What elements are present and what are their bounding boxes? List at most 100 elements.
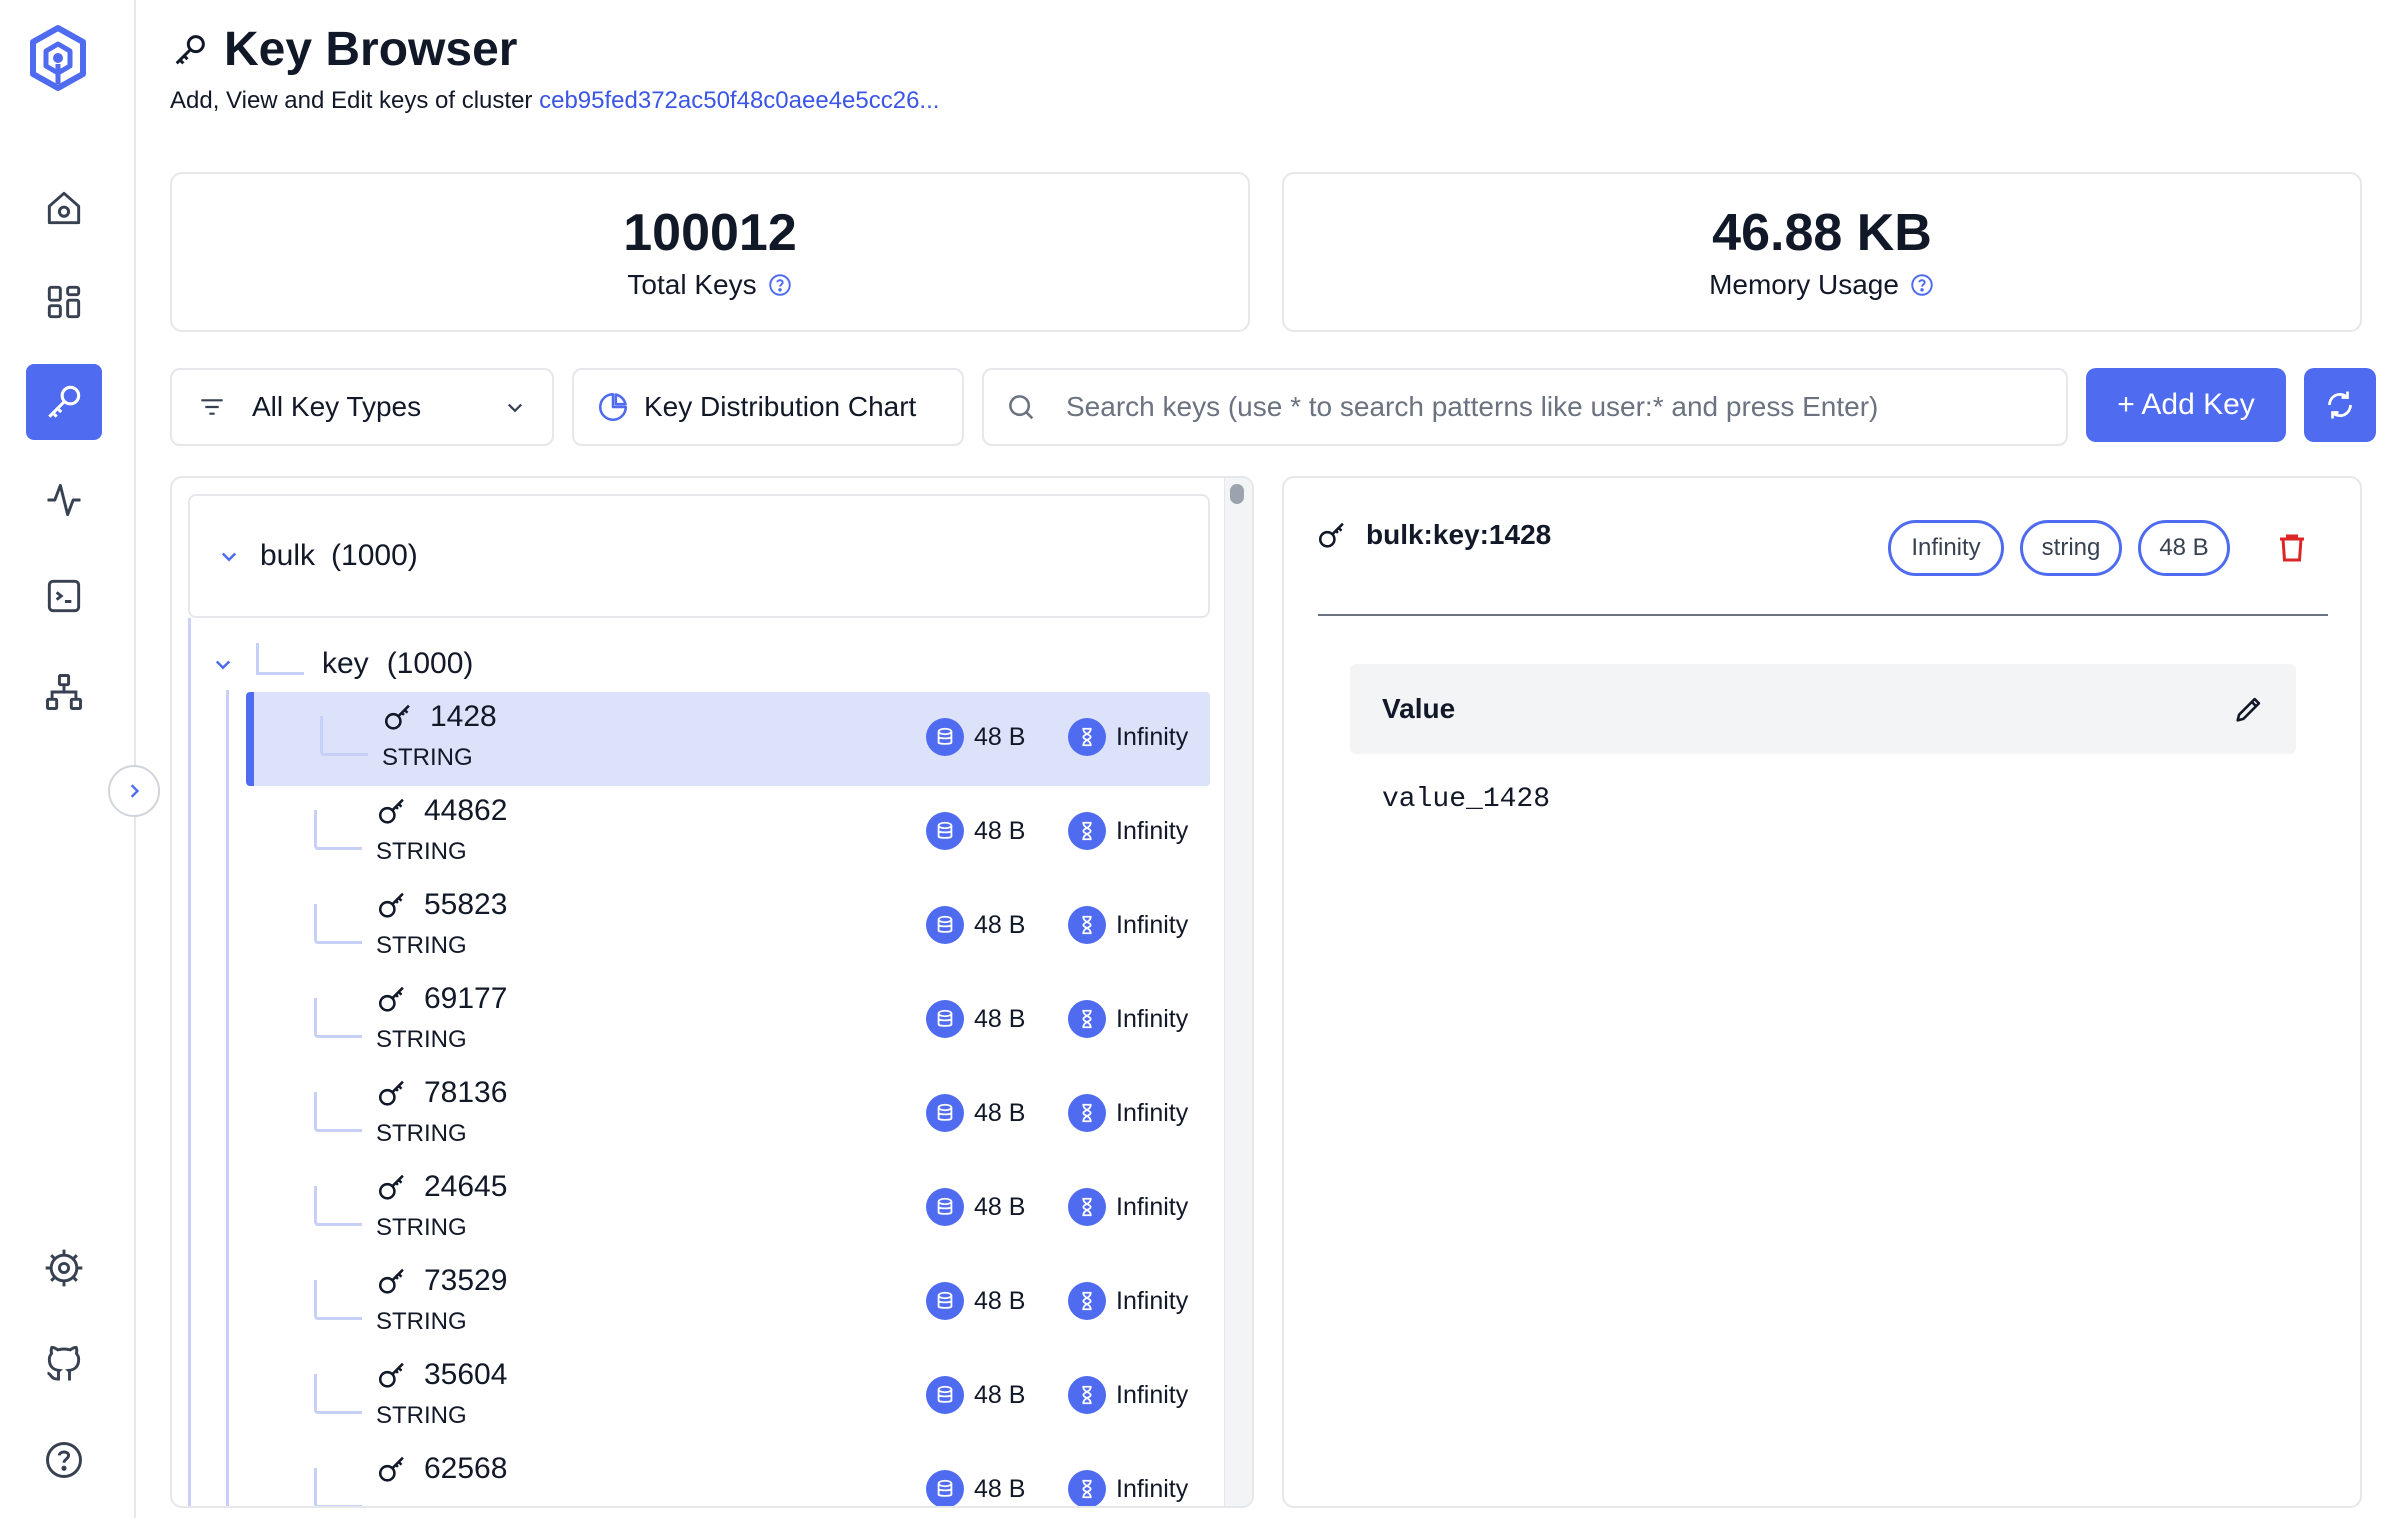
search-input[interactable]: Search keys (use * to search patterns li… xyxy=(982,368,2068,446)
nav-cluster[interactable] xyxy=(26,654,102,730)
sidebar-expand-button[interactable] xyxy=(108,765,160,817)
key-size: 48 B xyxy=(926,812,1025,850)
key-ttl: Infinity xyxy=(1068,906,1188,944)
key-name: 24645 xyxy=(424,1170,508,1203)
key-row[interactable]: 1428 STRING 48 B Infinity xyxy=(246,692,1210,786)
help-icon[interactable] xyxy=(767,272,793,298)
total-keys-card: 100012 Total Keys xyxy=(170,172,1250,332)
memory-usage-label: Memory Usage xyxy=(1709,269,1899,300)
key-ttl-value: Infinity xyxy=(1116,1098,1189,1127)
hourglass-icon xyxy=(1082,1385,1092,1405)
key-size-value: 48 B xyxy=(974,1286,1026,1315)
nav-home[interactable] xyxy=(26,170,102,246)
tree-connector xyxy=(314,1468,362,1506)
type-badge: string xyxy=(2020,520,2122,576)
tree-connector xyxy=(314,904,362,944)
hourglass-icon xyxy=(1082,1197,1092,1217)
logo-icon[interactable] xyxy=(28,24,88,94)
nav-github[interactable] xyxy=(26,1326,102,1402)
nav-help[interactable] xyxy=(26,1422,102,1498)
nav-key-browser[interactable] xyxy=(26,364,102,440)
tree-connector xyxy=(314,998,362,1038)
key-name: 1428 xyxy=(430,700,497,733)
scrollbar-thumb[interactable] xyxy=(1230,484,1244,504)
database-icon xyxy=(937,1385,953,1403)
help-icon[interactable] xyxy=(1909,272,1935,298)
key-row[interactable]: 62568 48 B Infinity xyxy=(246,1444,1210,1506)
key-row[interactable]: 73529 STRING 48 B Infinity xyxy=(246,1256,1210,1350)
key-name: 78136 xyxy=(424,1076,508,1109)
key-ttl-value: Infinity xyxy=(1116,1286,1189,1315)
cluster-topology-icon xyxy=(46,674,82,710)
key-icon xyxy=(1318,522,1344,548)
key-ttl-value: Infinity xyxy=(1116,722,1189,751)
key-value: value_1428 xyxy=(1382,784,1551,815)
key-size-value: 48 B xyxy=(974,910,1026,939)
key-ttl-value: Infinity xyxy=(1116,1474,1189,1503)
nav-dashboard[interactable] xyxy=(26,264,102,340)
subgroup-name: key xyxy=(322,647,369,680)
tree-connector xyxy=(314,1092,362,1132)
key-ttl: Infinity xyxy=(1068,1000,1188,1038)
key-size: 48 B xyxy=(926,906,1025,944)
key-name: 55823 xyxy=(424,888,508,921)
chevron-down-icon xyxy=(215,660,231,670)
value-section-header: Value xyxy=(1350,664,2296,754)
chevron-down-icon xyxy=(507,403,523,413)
key-size: 48 B xyxy=(926,1188,1025,1226)
delete-key-icon[interactable] xyxy=(2274,530,2310,566)
tree-scrollbar[interactable] xyxy=(1224,478,1252,1506)
filter-icon xyxy=(201,399,223,415)
key-icon xyxy=(378,1456,404,1482)
refresh-button[interactable] xyxy=(2304,368,2376,442)
key-icon xyxy=(378,1080,404,1106)
cluster-id-link[interactable]: ceb95fed372ac50f48c0aee4e5cc26... xyxy=(539,87,939,114)
nav-settings[interactable] xyxy=(26,1230,102,1306)
database-icon xyxy=(937,1103,953,1121)
key-row[interactable]: 44862 STRING 48 B Infinity xyxy=(246,786,1210,880)
refresh-icon xyxy=(2328,391,2352,419)
ttl-badge[interactable]: Infinity xyxy=(1888,520,2004,576)
page-header: Key Browser Add, View and Edit keys of c… xyxy=(170,22,939,115)
nav-monitoring[interactable] xyxy=(26,462,102,538)
key-name: 44862 xyxy=(424,794,508,827)
key-size: 48 B xyxy=(926,1094,1025,1132)
page-title: Key Browser xyxy=(224,23,518,76)
detail-divider xyxy=(1318,614,2328,616)
key-size: 48 B xyxy=(926,1282,1025,1320)
key-size-value: 48 B xyxy=(974,1192,1026,1221)
key-icon xyxy=(384,704,410,730)
key-distribution-chart-label: Key Distribution Chart xyxy=(644,391,917,422)
key-icon xyxy=(378,1362,404,1388)
key-ttl-value: Infinity xyxy=(1116,816,1189,845)
tree-group-bulk[interactable]: bulk (1000) xyxy=(188,494,1210,618)
group-count: (1000) xyxy=(331,539,418,572)
help-icon xyxy=(46,1442,82,1478)
chevron-right-icon xyxy=(130,784,140,798)
key-icon xyxy=(378,986,404,1012)
nav-terminal[interactable] xyxy=(26,558,102,634)
add-key-button[interactable]: + Add Key xyxy=(2086,368,2286,442)
key-size-value: 48 B xyxy=(974,1380,1026,1409)
key-ttl: Infinity xyxy=(1068,1094,1188,1132)
key-row[interactable]: 24645 STRING 48 B Infinity xyxy=(246,1162,1210,1256)
key-row[interactable]: 35604 STRING 48 B Infinity xyxy=(246,1350,1210,1444)
key-name-group: 55823 xyxy=(376,888,507,922)
key-size: 48 B xyxy=(926,1376,1025,1414)
group-name: bulk xyxy=(260,539,316,572)
tree-connector xyxy=(314,1186,362,1226)
key-ttl: Infinity xyxy=(1068,1376,1188,1414)
key-name: 69177 xyxy=(424,982,508,1015)
key-size: 48 B xyxy=(926,1000,1025,1038)
key-type: STRING xyxy=(376,1120,467,1147)
key-detail-panel: bulk:key:1428 Infinity string 48 B Value… xyxy=(1282,476,2362,1508)
key-distribution-chart-button[interactable]: Key Distribution Chart xyxy=(572,368,964,446)
tree-group-key[interactable]: key (1000) xyxy=(208,638,473,690)
key-row[interactable]: 78136 STRING 48 B Infinity xyxy=(246,1068,1210,1162)
key-name-group: 35604 xyxy=(376,1358,507,1392)
key-type-filter[interactable]: All Key Types xyxy=(170,368,554,446)
key-row[interactable]: 55823 STRING 48 B Infinity xyxy=(246,880,1210,974)
database-icon xyxy=(937,1291,953,1309)
edit-icon[interactable] xyxy=(2232,692,2266,726)
key-row[interactable]: 69177 STRING 48 B Infinity xyxy=(246,974,1210,1068)
